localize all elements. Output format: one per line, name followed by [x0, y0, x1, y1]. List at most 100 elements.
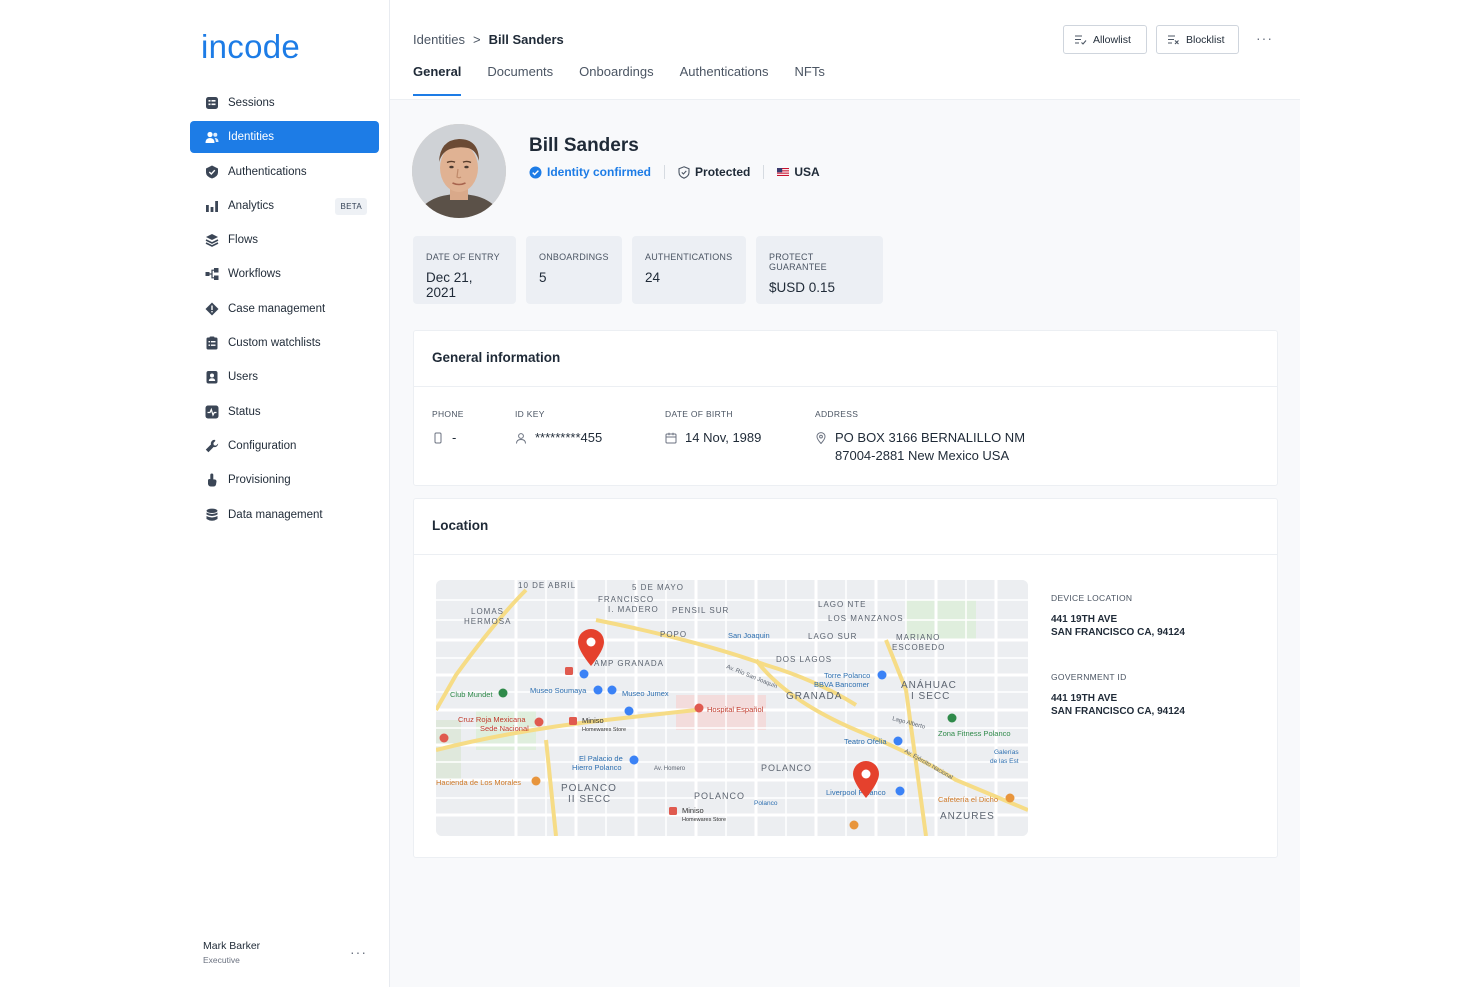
government-id-location: GOVERNMENT ID 441 19TH AVE SAN FRANCISCO… — [1051, 672, 1185, 718]
map-label: Galerías — [994, 749, 1019, 756]
stat-protect-guarantee: PROTECT GUARANTEE $USD 0.15 — [756, 236, 883, 304]
user-more-icon[interactable]: ··· — [350, 944, 367, 960]
users-icon — [204, 369, 220, 385]
government-id-line-2: SAN FRANCISCO CA, 94124 — [1051, 706, 1185, 717]
current-user[interactable]: Mark Barker Executive — [203, 940, 260, 965]
user-role: Executive — [203, 955, 240, 965]
location-map[interactable]: LOMAS HERMOSA 10 DE ABRIL 5 DE MAYO FRAN… — [436, 580, 1028, 836]
sidebar-item-label: Authentications — [228, 165, 307, 178]
stat-value: 5 — [539, 270, 547, 285]
address-line-1: PO BOX 3166 BERNALILLO NM — [835, 430, 1026, 445]
check-circle-icon — [529, 166, 542, 178]
calendar-icon — [665, 432, 677, 444]
blocklist-icon — [1168, 35, 1179, 45]
map-label: POLANCO — [694, 791, 745, 801]
beta-badge: BETA — [335, 197, 367, 215]
sidebar-item-label: Provisioning — [228, 474, 291, 487]
sidebar-item-custom-watchlists[interactable]: Custom watchlists — [190, 327, 379, 359]
profile-badges: Identity confirmed Protected USA — [529, 165, 820, 179]
workflows-icon — [204, 266, 220, 282]
allowlist-icon — [1075, 35, 1087, 45]
sidebar-item-data-management[interactable]: Data management — [190, 499, 379, 531]
status-icon — [204, 404, 220, 420]
sidebar-item-label: Configuration — [228, 439, 297, 452]
location-pin-icon — [816, 432, 826, 444]
map-label: DOS LAGOS — [776, 655, 832, 664]
country-name: USA — [794, 165, 820, 179]
map-label: Teatro Ofelia — [844, 737, 887, 746]
blocklist-button[interactable]: Blocklist — [1156, 25, 1239, 54]
tab-documents[interactable]: Documents — [487, 64, 553, 96]
identity-status: Identity confirmed — [547, 165, 652, 179]
sidebar-item-sessions[interactable]: Sessions — [190, 87, 379, 119]
tab-onboardings[interactable]: Onboardings — [579, 64, 653, 96]
avatar — [412, 124, 506, 218]
dob-value: 14 Nov, 1989 — [685, 430, 762, 445]
sidebar-item-status[interactable]: Status — [190, 396, 379, 428]
map-label: ANZURES — [940, 811, 995, 822]
map-label: POPO — [660, 630, 687, 639]
map-label: Torre Polanco — [824, 671, 870, 680]
sidebar-nav: Sessions Identities Authentications Anal… — [190, 87, 379, 533]
map-label: I SECC — [911, 691, 950, 702]
stat-label: PROTECT GUARANTEE — [769, 252, 827, 272]
case-management-icon — [204, 301, 220, 317]
tab-general[interactable]: General — [413, 64, 462, 96]
map-label: Hospital Español — [707, 705, 764, 714]
sidebar-item-provisioning[interactable]: Provisioning — [190, 464, 379, 496]
government-id-line-1: 441 19TH AVE — [1051, 693, 1118, 704]
sidebar-item-label: Analytics — [228, 199, 275, 212]
phone-field: PHONE - — [432, 409, 464, 447]
sidebar-item-case-management[interactable]: Case management — [190, 293, 379, 325]
card-title: General information — [414, 331, 1277, 387]
sidebar-item-users[interactable]: Users — [190, 361, 379, 393]
user-icon — [516, 433, 526, 444]
map-label: ESCOBEDO — [892, 643, 945, 652]
sidebar-item-label: Sessions — [228, 97, 275, 109]
sidebar-item-label: Identities — [228, 131, 275, 144]
map-label: Liverpool Polanco — [826, 788, 886, 797]
allowlist-button[interactable]: Allowlist — [1063, 25, 1147, 54]
map-label: FRANCISCO — [598, 595, 654, 604]
sidebar-item-analytics[interactable]: Analytics BETA — [190, 190, 379, 222]
sidebar-item-label: Data management — [228, 508, 323, 521]
sidebar-item-authentications[interactable]: Authentications — [190, 156, 379, 188]
divider — [763, 165, 765, 179]
device-location: DEVICE LOCATION 441 19TH AVE SAN FRANCIS… — [1051, 593, 1185, 639]
map-label: Zona Fitness Polanco — [938, 729, 1011, 738]
map-label: MARIANO — [896, 633, 940, 642]
id-key-field: ID KEY *********455 — [515, 409, 602, 447]
field-value: - — [432, 429, 464, 447]
allowlist-label: Allowlist — [1093, 33, 1131, 46]
incode-logo[interactable]: incode — [201, 28, 300, 66]
address-line-2: 87004-2881 New Mexico USA — [835, 448, 1010, 463]
location-card: Location LOMAS HERMOSA 10 DE ABRIL 5 DE … — [413, 498, 1278, 858]
stat-value: $USD 0.15 — [769, 280, 836, 295]
phone-value: - — [452, 430, 457, 445]
tab-authentications[interactable]: Authentications — [680, 64, 769, 96]
flows-icon — [204, 232, 220, 248]
more-icon[interactable]: ··· — [1256, 30, 1273, 46]
map-label: Hierro Polanco — [572, 763, 622, 772]
sidebar-item-identities[interactable]: Identities — [190, 121, 379, 154]
map-label: AMP GRANADA — [594, 659, 664, 668]
sidebar-item-label: Case management — [228, 302, 326, 315]
breadcrumb-current: Bill Sanders — [488, 32, 564, 47]
map-label: 5 DE MAYO — [632, 583, 684, 592]
address-value: PO BOX 3166 BERNALILLO NM 87004-2881 New… — [835, 429, 1025, 465]
sidebar-item-configuration[interactable]: Configuration — [190, 430, 379, 462]
sidebar-item-workflows[interactable]: Workflows — [190, 258, 379, 290]
stat-label: AUTHENTICATIONS — [645, 252, 733, 262]
stat-label: DATE OF ENTRY — [426, 252, 500, 262]
breadcrumb-parent[interactable]: Identities — [413, 32, 465, 47]
tab-nfts[interactable]: NFTs — [795, 64, 825, 96]
map-label: LAGO NTE — [818, 600, 866, 609]
provisioning-icon — [204, 472, 220, 488]
stat-value: 24 — [645, 270, 661, 285]
map-label: BBVA Bancomer — [814, 680, 870, 689]
map-label: Miniso — [582, 716, 604, 725]
sidebar-item-flows[interactable]: Flows — [190, 224, 379, 256]
main-content: Bill Sanders Identity confirmed Protecte… — [390, 100, 1300, 987]
stat-authentications: AUTHENTICATIONS 24 — [632, 236, 746, 304]
map-label: 10 DE ABRIL — [518, 581, 576, 590]
